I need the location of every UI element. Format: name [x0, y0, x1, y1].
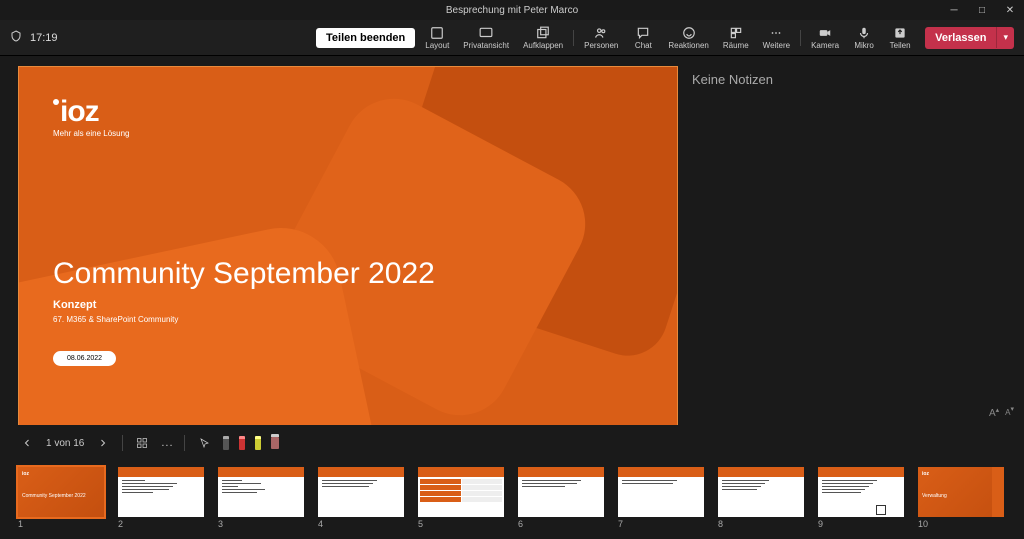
slide-logo: ioz Mehr als eine Lösung [53, 97, 130, 138]
popout-button[interactable]: Aufklappen [519, 24, 567, 52]
thumbnail-9[interactable] [818, 467, 904, 517]
grid-view-button[interactable] [133, 434, 151, 452]
chat-button[interactable]: Chat [628, 24, 658, 52]
private-view-button[interactable]: Privatansicht [459, 24, 513, 52]
slide-indicator: 1 von 16 [46, 438, 84, 449]
leave-button[interactable]: Verlassen ▾ [925, 27, 1014, 49]
pointer-button[interactable] [195, 434, 213, 452]
thumbnail-4[interactable] [318, 467, 404, 517]
thumbnail-2[interactable] [118, 467, 204, 517]
mic-button[interactable]: Mikro [849, 24, 879, 52]
share-button[interactable]: Teilen [885, 24, 915, 52]
font-increase-button[interactable]: A▴ [989, 408, 999, 419]
leave-dropdown[interactable]: ▾ [996, 27, 1014, 48]
thumbnail-10[interactable]: iozVerwaltung [918, 467, 1004, 517]
window-minimize-button[interactable]: ─ [940, 0, 968, 20]
presenter-controls: 1 von 16 ... [0, 425, 1024, 461]
prev-slide-button[interactable] [18, 434, 36, 452]
slide-subtitle: Konzept [53, 299, 96, 311]
slide-subtitle-2: 67. M365 & SharePoint Community [53, 315, 178, 324]
font-decrease-button[interactable]: A▾ [1005, 408, 1014, 419]
camera-button[interactable]: Kamera [807, 24, 843, 52]
more-options-button[interactable]: ... [161, 437, 173, 449]
thumbnail-5[interactable] [418, 467, 504, 517]
layout-button[interactable]: Layout [421, 24, 453, 52]
reactions-button[interactable]: Reaktionen [664, 24, 712, 52]
eraser-button[interactable] [271, 437, 279, 449]
thumbnail-6[interactable] [518, 467, 604, 517]
highlighter-button[interactable] [255, 436, 261, 450]
thumbnail-8[interactable] [718, 467, 804, 517]
thumbnail-1[interactable]: ioz Community September 2022 [18, 467, 104, 517]
window-titlebar: Besprechung mit Peter Marco ─ □ ✕ [0, 0, 1024, 20]
slide-date-badge: 08.06.2022 [53, 351, 116, 366]
slide-title: Community September 2022 [53, 257, 435, 291]
pen-black-button[interactable] [223, 436, 229, 450]
meeting-timer: 17:19 [30, 32, 58, 44]
stop-sharing-button[interactable]: Teilen beenden [316, 28, 415, 48]
window-maximize-button[interactable]: □ [968, 0, 996, 20]
thumbnail-3[interactable] [218, 467, 304, 517]
notes-empty-text: Keine Notizen [692, 66, 1014, 87]
meeting-toolbar: 17:19 Teilen beenden Layout Privatansich… [0, 20, 1024, 56]
slide-thumbnails: ioz Community September 2022 1 2 3 4 5 6… [0, 461, 1024, 539]
window-title: Besprechung mit Peter Marco [446, 5, 578, 16]
more-button[interactable]: Weitere [759, 24, 794, 52]
thumbnail-7[interactable] [618, 467, 704, 517]
people-button[interactable]: Personen [580, 24, 622, 52]
shield-icon [10, 30, 22, 45]
current-slide[interactable]: ioz Mehr als eine Lösung Community Septe… [18, 66, 678, 425]
notes-pane: Keine Notizen A▴ A▾ [692, 66, 1014, 425]
pen-red-button[interactable] [239, 436, 245, 450]
rooms-button[interactable]: Räume [719, 24, 753, 52]
next-slide-button[interactable] [94, 434, 112, 452]
window-close-button[interactable]: ✕ [996, 0, 1024, 20]
